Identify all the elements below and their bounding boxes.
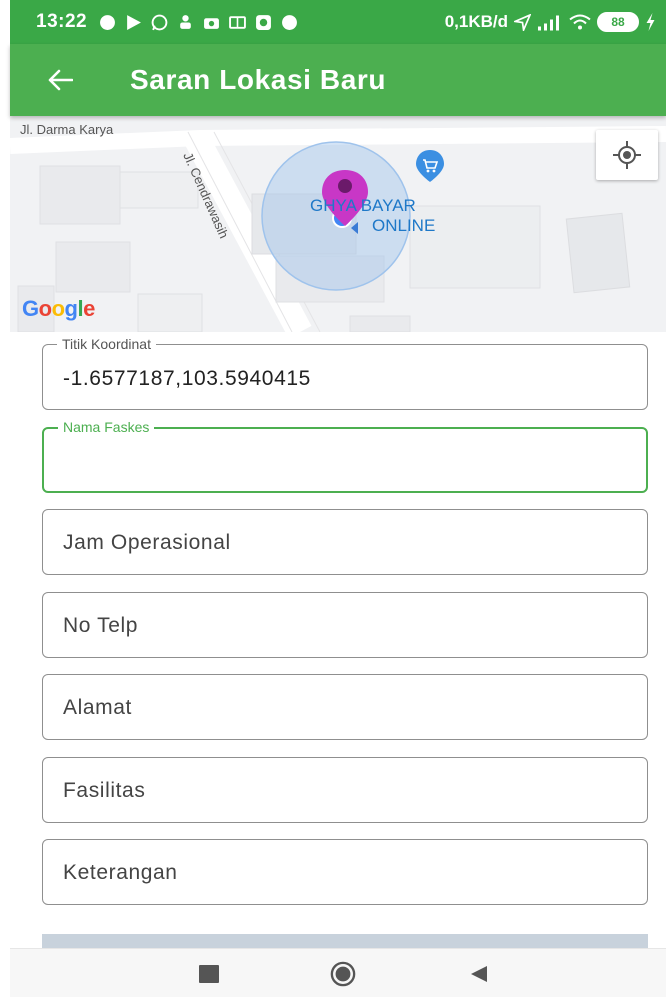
status-time: 13:22	[36, 11, 88, 32]
phone-field[interactable]: No Telp	[42, 591, 648, 658]
coordinate-field[interactable]: Titik Koordinat -1.6577187,103.5940415	[42, 336, 648, 410]
wifi-icon	[569, 14, 591, 29]
whatsapp-icon	[151, 14, 168, 30]
circle-icon	[330, 961, 356, 987]
system-nav-bar	[10, 948, 666, 997]
network-speed: 0,1KB/d	[444, 12, 508, 31]
notes-field[interactable]: Keterangan	[42, 839, 648, 905]
triangle-left-icon	[471, 966, 487, 982]
square-icon	[199, 965, 219, 983]
person-icon	[180, 14, 191, 29]
circle-notification-icon	[100, 14, 116, 30]
book-icon	[229, 15, 247, 29]
recents-button[interactable]	[196, 961, 222, 987]
field-label: Nama Faskes	[58, 418, 155, 435]
battery-indicator: 88	[597, 12, 639, 32]
street-label: Jl. Darma Karya	[20, 122, 114, 137]
page-title: Saran Lokasi Baru	[130, 64, 387, 95]
poi-label-line1: GHYA BAYAR	[310, 196, 416, 215]
app-bar: Saran Lokasi Baru	[10, 44, 666, 116]
field-label: Titik Koordinat	[57, 336, 156, 352]
location-arrow-icon	[514, 13, 531, 31]
status-right: 0,1KB/d 88	[445, 12, 656, 32]
facility-name-field[interactable]: Nama Faskes	[42, 418, 648, 493]
app-icon	[256, 14, 272, 30]
location-form: Titik Koordinat -1.6577187,103.5940415 N…	[42, 336, 648, 922]
my-location-button[interactable]	[596, 130, 658, 180]
notification-icons	[99, 14, 298, 31]
camera-icon	[204, 17, 220, 29]
submit-button[interactable]	[42, 934, 648, 948]
play-store-icon	[127, 14, 142, 30]
poi-label-line2: ONLINE	[372, 216, 436, 235]
poi-label[interactable]: GHYA BAYAR ONLINE	[310, 196, 435, 236]
signal-icon	[538, 15, 559, 30]
home-button[interactable]	[330, 961, 356, 987]
map-view[interactable]: Jl. Darma Karya Jl. Cendrawasih GHYA BAY…	[10, 116, 666, 332]
field-placeholder: No Telp	[63, 613, 139, 637]
status-bar: 13:22 0,1KB/d 88	[10, 0, 666, 44]
back-button[interactable]	[36, 56, 84, 104]
field-placeholder: Fasilitas	[63, 778, 146, 802]
field-placeholder: Keterangan	[63, 861, 178, 884]
google-logo: Google	[22, 296, 95, 321]
dot-notification-icon	[282, 14, 298, 30]
field-placeholder: Jam Operasional	[63, 531, 231, 554]
arrow-left-icon	[48, 69, 73, 91]
crosshair-icon	[613, 141, 641, 169]
back-nav-button[interactable]	[466, 961, 492, 987]
field-placeholder: Alamat	[63, 696, 132, 719]
field-value: -1.6577187,103.5940415	[63, 367, 311, 390]
charging-icon	[646, 13, 655, 31]
operating-hours-field[interactable]: Jam Operasional	[42, 509, 648, 575]
address-field[interactable]: Alamat	[42, 674, 648, 740]
facilities-field[interactable]: Fasilitas	[42, 756, 648, 823]
